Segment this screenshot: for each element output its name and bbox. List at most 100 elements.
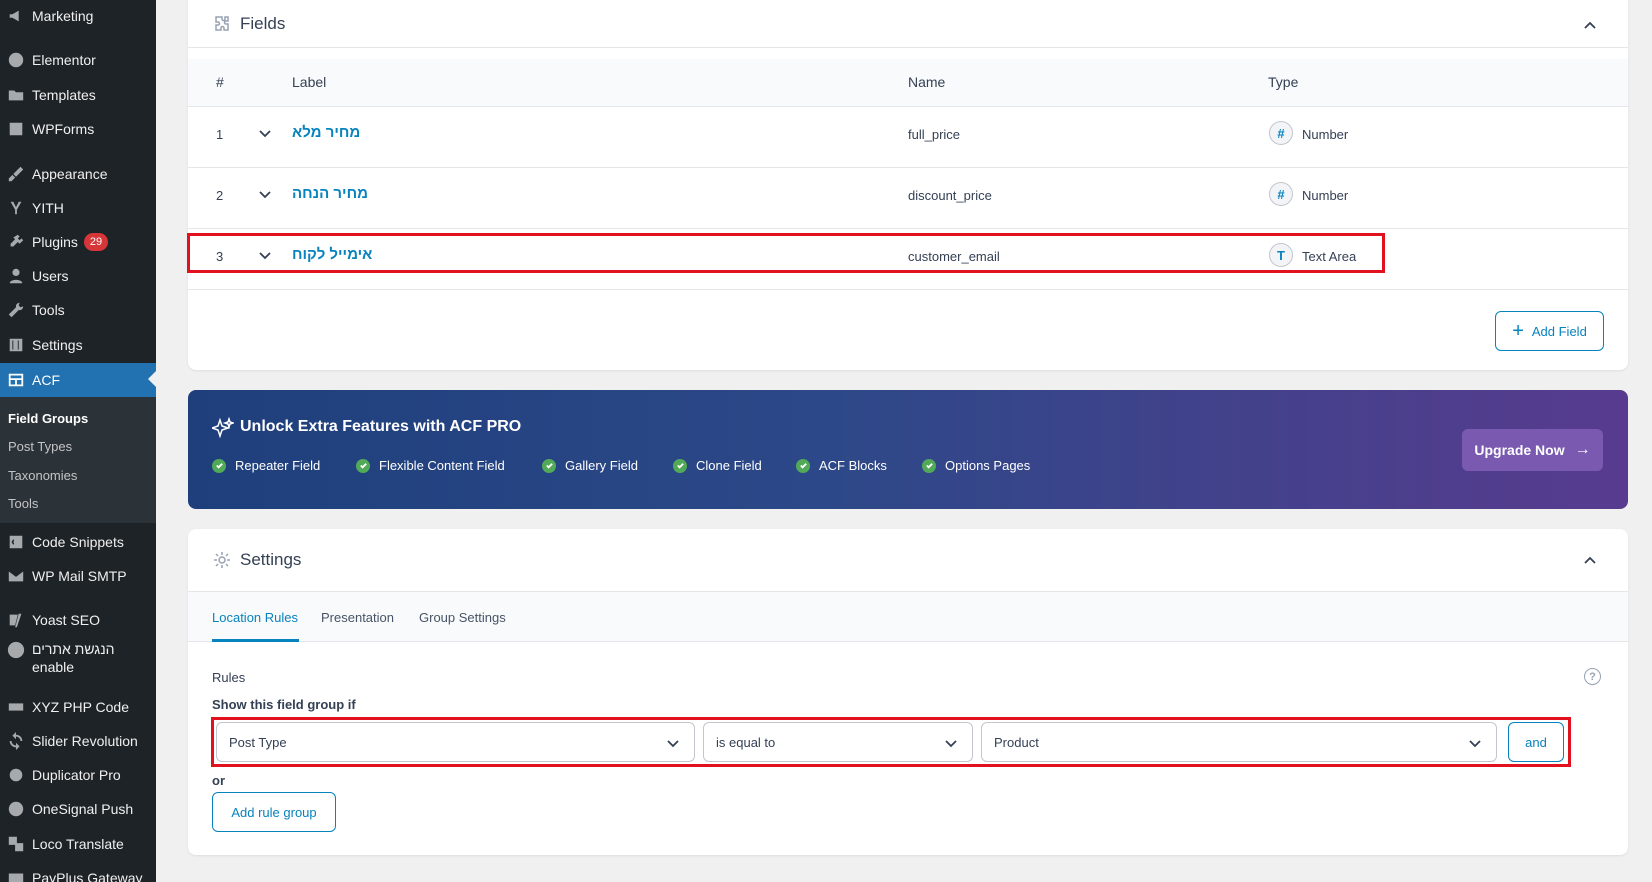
promo-feature: Clone Field	[673, 458, 762, 473]
yoast-icon	[6, 610, 26, 630]
promo-feature: Flexible Content Field	[356, 458, 505, 473]
chevron-up-icon[interactable]	[1582, 18, 1598, 34]
tab-location-rules[interactable]: Location Rules	[212, 610, 298, 625]
field-label-link[interactable]: מחיר מלא	[292, 124, 360, 141]
hash-icon: #	[1269, 182, 1293, 206]
sidebar-item-plugins[interactable]: Plugins 29	[0, 226, 156, 258]
sidebar-item-label: Settings	[32, 337, 83, 353]
rules-label: Rules	[212, 670, 246, 685]
chevron-up-icon[interactable]	[1582, 553, 1598, 569]
sidebar-item-yith[interactable]: YITH	[0, 192, 156, 224]
megaphone-icon	[6, 6, 26, 26]
fields-panel-header[interactable]: Fields	[188, 0, 1628, 48]
payment-icon	[6, 868, 26, 882]
field-name: discount_price	[908, 188, 992, 203]
php-icon	[6, 697, 26, 717]
code-icon	[6, 532, 26, 552]
sidebar-item-users[interactable]: Users	[0, 260, 156, 292]
sidebar-item-onesignal-push[interactable]: OneSignal Push	[0, 793, 156, 825]
plug-icon	[6, 232, 26, 252]
check-circle-icon	[922, 458, 936, 473]
sidebar-item-label: Plugins	[32, 234, 78, 250]
sidebar-item-wpforms[interactable]: WPForms	[0, 113, 156, 145]
field-type: Number	[1302, 188, 1349, 203]
check-circle-icon	[6, 640, 26, 660]
promo-feature: Gallery Field	[542, 458, 638, 473]
sidebar-item-code-snippets[interactable]: Code Snippets	[0, 526, 156, 558]
settings-panel-header[interactable]: Settings	[188, 529, 1628, 592]
table-row[interactable]: 2 מחיר הנחה discount_price # Number	[188, 168, 1628, 229]
sidebar-item-label: Code Snippets	[32, 534, 124, 550]
tab-group-settings[interactable]: Group Settings	[419, 610, 506, 625]
sidebar-item-accessibility[interactable]: הנגשת אתרים enable	[0, 640, 150, 680]
promo-feature-label: ACF Blocks	[819, 458, 887, 473]
active-tab-indicator	[212, 639, 299, 642]
sidebar-item-elementor[interactable]: Elementor	[0, 44, 156, 76]
submenu-tools[interactable]: Tools	[8, 496, 38, 511]
sidebar-item-label: Duplicator Pro	[32, 767, 121, 783]
sidebar-item-settings[interactable]: Settings	[0, 329, 156, 361]
help-icon[interactable]: ?	[1584, 668, 1601, 685]
sidebar-item-label: WPForms	[32, 121, 95, 137]
submenu-taxonomies[interactable]: Taxonomies	[8, 468, 77, 483]
add-field-button[interactable]: + Add Field	[1495, 311, 1604, 351]
column-header-name: Name	[908, 74, 946, 90]
gear-icon	[212, 550, 232, 570]
refresh-icon	[6, 731, 26, 751]
table-row[interactable]: 1 מחיר מלא full_price # Number	[188, 107, 1628, 168]
sidebar-item-label: Loco Translate	[32, 836, 124, 852]
promo-feature-label: Flexible Content Field	[379, 458, 505, 473]
sidebar-item-label: Tools	[32, 302, 65, 318]
sidebar-item-marketing[interactable]: Marketing	[0, 0, 156, 32]
sidebar-item-label: WP Mail SMTP	[32, 568, 127, 584]
promo-feature: Options Pages	[922, 458, 1030, 473]
sidebar-item-label: Users	[32, 268, 69, 284]
sidebar-item-label: OneSignal Push	[32, 801, 134, 817]
sidebar-item-slider-revolution[interactable]: Slider Revolution	[0, 725, 156, 757]
add-rule-group-label: Add rule group	[231, 804, 317, 820]
column-header-type: Type	[1268, 74, 1299, 90]
sidebar-item-label: Slider Revolution	[32, 733, 138, 749]
sidebar-item-acf[interactable]: ACF	[0, 363, 156, 397]
or-label: or	[212, 773, 225, 788]
sidebar-item-duplicator-pro[interactable]: Duplicator Pro	[0, 759, 156, 791]
show-if-label: Show this field group if	[212, 697, 356, 712]
promo-feature-label: Clone Field	[696, 458, 762, 473]
sidebar-item-tools[interactable]: Tools	[0, 294, 156, 326]
folder-icon	[6, 85, 26, 105]
submenu-post-types[interactable]: Post Types	[8, 439, 72, 454]
promo-feature-label: Gallery Field	[565, 458, 638, 473]
acf-icon	[6, 370, 26, 390]
tab-presentation[interactable]: Presentation	[321, 610, 394, 625]
sidebar-item-loco-translate[interactable]: Loco Translate	[0, 828, 156, 860]
sidebar-item-yoast-seo[interactable]: Yoast SEO	[0, 604, 156, 636]
brush-icon	[6, 164, 26, 184]
plugins-update-badge: 29	[83, 233, 109, 251]
fields-table-header: # Label Name Type	[188, 59, 1628, 107]
field-number: 2	[216, 188, 224, 203]
settings-panel-title: Settings	[240, 550, 302, 569]
chevron-down-icon[interactable]	[258, 187, 272, 201]
field-number: 1	[216, 127, 224, 142]
sidebar-item-label: Templates	[32, 87, 96, 103]
fields-panel-title: Fields	[240, 13, 286, 33]
sidebar-item-appearance[interactable]: Appearance	[0, 158, 156, 190]
upgrade-now-label: Upgrade Now	[1474, 442, 1565, 458]
check-circle-icon	[356, 458, 370, 473]
sidebar-item-xyz-php-code[interactable]: XYZ PHP Code	[0, 691, 156, 723]
upgrade-now-button[interactable]: Upgrade Now →	[1462, 429, 1603, 471]
check-circle-icon	[212, 458, 226, 473]
field-label-link[interactable]: מחיר הנחה	[292, 185, 368, 202]
submenu-field-groups[interactable]: Field Groups	[8, 411, 88, 426]
sidebar-item-wp-mail-smtp[interactable]: WP Mail SMTP	[0, 560, 156, 592]
hash-icon: #	[1269, 121, 1293, 145]
sidebar-item-label: Yoast SEO	[32, 612, 100, 628]
translate-icon	[6, 834, 26, 854]
admin-sidebar: Marketing Elementor Templates WPForms Ap…	[0, 0, 156, 882]
add-rule-group-button[interactable]: Add rule group	[212, 792, 336, 832]
sidebar-item-payplus-gateway[interactable]: PayPlus Gateway	[0, 862, 156, 882]
wrench-icon	[6, 300, 26, 320]
arrow-right-icon: →	[1574, 441, 1591, 458]
chevron-down-icon[interactable]	[258, 126, 272, 140]
sidebar-item-templates[interactable]: Templates	[0, 79, 156, 111]
